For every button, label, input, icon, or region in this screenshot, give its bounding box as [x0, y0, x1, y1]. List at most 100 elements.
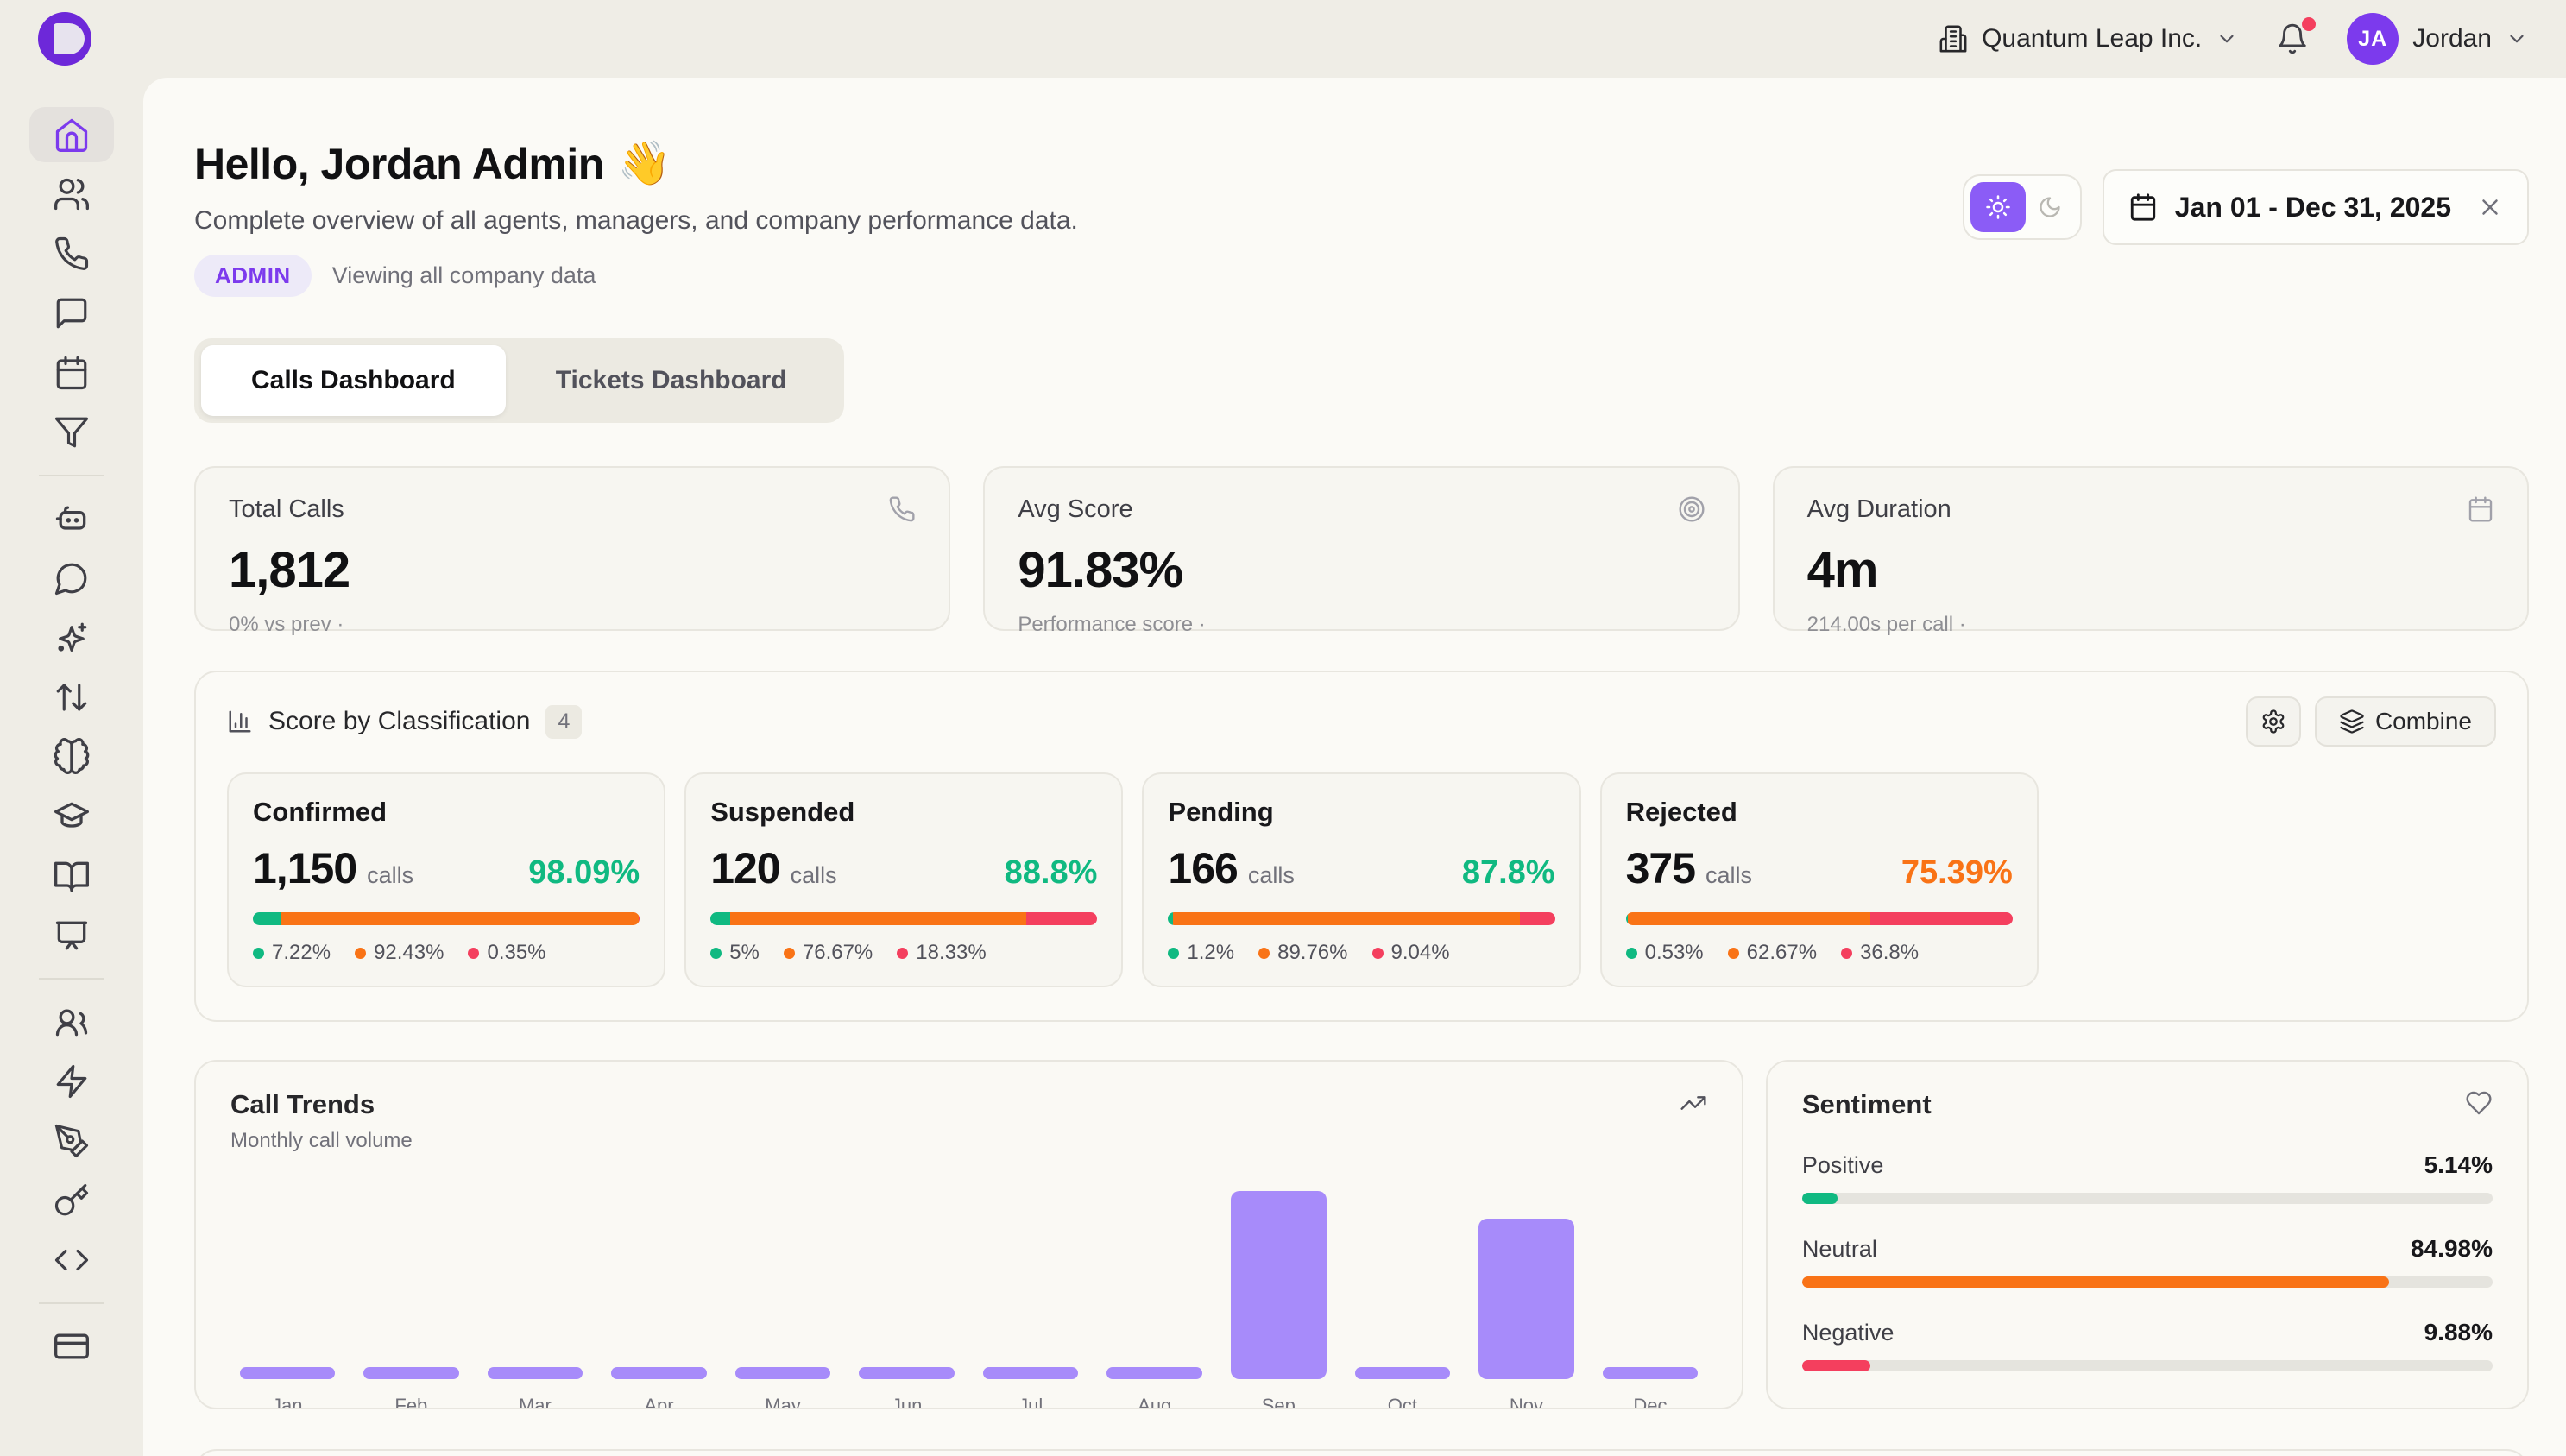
- stat-note: Performance score ·: [1018, 613, 1705, 637]
- book-open-icon: [53, 857, 91, 895]
- tab-tickets-dashboard[interactable]: Tickets Dashboard: [506, 345, 837, 416]
- logo-mark-icon: [54, 23, 85, 54]
- orange-dot-icon: [1728, 948, 1739, 959]
- trend-x-label: Jul: [974, 1395, 1088, 1409]
- users-icon: [53, 175, 91, 213]
- trend-bar: [363, 1367, 459, 1379]
- sidebar-item-training[interactable]: [29, 789, 114, 844]
- trend-bar: [859, 1367, 955, 1379]
- classification-bar: [710, 912, 1097, 925]
- zap-icon: [54, 1063, 90, 1100]
- classification-title: Rejected: [1626, 797, 2013, 828]
- app-canvas: Quantum Leap Inc. JA Jordan: [0, 0, 2566, 1456]
- trend-bar-column: [726, 1170, 840, 1379]
- sidebar-item-intelligence[interactable]: [29, 729, 114, 785]
- code-icon: [54, 1242, 90, 1278]
- sidebar-item-calendar[interactable]: [29, 345, 114, 400]
- sparkles-icon: [54, 620, 90, 656]
- classification-legend: 1.2% 89.76% 9.04%: [1168, 941, 1554, 965]
- classification-title: Pending: [1168, 797, 1554, 828]
- wave-emoji: 👋: [618, 138, 671, 189]
- message-circle-icon: [54, 560, 90, 596]
- sentiment-card: Sentiment Positive5.14% Neutral84.98%: [1766, 1060, 2529, 1409]
- trend-bar-column: [1470, 1170, 1584, 1379]
- sidebar-item-presentation[interactable]: [29, 908, 114, 963]
- sidebar-item-home[interactable]: [29, 107, 114, 162]
- target-icon: [1678, 495, 1705, 523]
- classification-settings-button[interactable]: [2246, 696, 2301, 747]
- sidebar-item-design[interactable]: [29, 1113, 114, 1169]
- topbar-right: Quantum Leap Inc. JA Jordan: [1939, 13, 2528, 65]
- date-range-picker[interactable]: Jan 01 - Dec 31, 2025: [2103, 169, 2529, 245]
- classification-card-pending: Pending 166calls87.8% 1.2% 89.76% 9.04%: [1142, 772, 1580, 987]
- sidebar-item-users[interactable]: [29, 167, 114, 222]
- trend-bar: [983, 1367, 1079, 1379]
- trend-bar-column: [1593, 1170, 1707, 1379]
- classification-bar: [253, 912, 640, 925]
- tab-calls-dashboard[interactable]: Calls Dashboard: [201, 345, 506, 416]
- sidebar-divider: [39, 475, 104, 476]
- sidebar-item-automations[interactable]: [29, 1054, 114, 1109]
- sidebar-item-chat[interactable]: [29, 551, 114, 606]
- bar-chart-x-axis: JanFebMarAprMayJunJulAugSepOctNovDec: [230, 1395, 1707, 1409]
- classification-cards: Confirmed 1,150calls98.09% 7.22% 92.43% …: [227, 772, 2496, 987]
- notifications-button[interactable]: [2276, 22, 2309, 55]
- red-dot-icon: [897, 948, 908, 959]
- sidebar-item-transfers[interactable]: [29, 670, 114, 725]
- dark-mode-button[interactable]: [2026, 182, 2074, 232]
- sidebar-item-filter[interactable]: [29, 405, 114, 460]
- users-group-icon: [53, 1003, 91, 1041]
- classification-card-suspended: Suspended 120calls88.8% 5% 76.67% 18.33%: [684, 772, 1123, 987]
- trend-bar-column: [850, 1170, 964, 1379]
- sidebar-item-access-keys[interactable]: [29, 1173, 114, 1228]
- company-selector[interactable]: Quantum Leap Inc.: [1939, 24, 2238, 54]
- sentiment-row-positive: Positive5.14%: [1802, 1151, 2493, 1204]
- sidebar-item-messages[interactable]: [29, 286, 114, 341]
- bar-segment: [1870, 912, 2013, 925]
- user-menu[interactable]: JA Jordan: [2347, 13, 2528, 65]
- presentation-icon: [53, 917, 91, 955]
- gear-icon: [2260, 709, 2286, 734]
- calendar-icon: [2467, 495, 2494, 523]
- sidebar-item-developer[interactable]: [29, 1232, 114, 1288]
- trend-bar: [1478, 1219, 1574, 1379]
- trend-bar-column: [355, 1170, 469, 1379]
- sidebar-item-ai-sparkles[interactable]: [29, 610, 114, 665]
- pen-tool-icon: [54, 1123, 90, 1159]
- orange-dot-icon: [784, 948, 795, 959]
- sidebar-item-teams[interactable]: [29, 994, 114, 1049]
- moon-icon: [2038, 195, 2062, 219]
- chevron-down-icon: [2216, 28, 2238, 50]
- phone-icon: [54, 236, 90, 272]
- date-range-text: Jan 01 - Dec 31, 2025: [2175, 192, 2451, 224]
- classification-header: Score by Classification 4 Combine: [227, 696, 2496, 747]
- main-panel: Hello, Jordan Admin👋 Complete overview o…: [143, 78, 2566, 1456]
- classification-legend: 0.53% 62.67% 36.8%: [1626, 941, 2013, 965]
- sentiment-row-negative: Negative9.88%: [1802, 1319, 2493, 1371]
- trend-bar-column: [230, 1170, 344, 1379]
- sentiment-fill: [1802, 1193, 1838, 1204]
- bar-segment: [281, 912, 638, 925]
- key-icon: [54, 1182, 90, 1219]
- classification-score: 88.8%: [1005, 854, 1098, 892]
- red-dot-icon: [468, 948, 479, 959]
- sidebar-item-billing[interactable]: [29, 1319, 114, 1374]
- calendar-icon: [2128, 192, 2158, 222]
- light-mode-button[interactable]: [1970, 182, 2026, 232]
- bar-chart-icon: [227, 709, 253, 734]
- orange-dot-icon: [1258, 948, 1270, 959]
- app-logo[interactable]: [38, 12, 91, 66]
- page-title: Hello, Jordan Admin👋: [194, 138, 1078, 189]
- sidebar-item-knowledge[interactable]: [29, 848, 114, 904]
- classification-score: 98.09%: [528, 854, 640, 892]
- sentiment-rows: Positive5.14% Neutral84.98% Negative9.88…: [1802, 1151, 2493, 1371]
- stat-title: Avg Score: [1018, 495, 1132, 524]
- red-dot-icon: [1841, 948, 1852, 959]
- chevron-down-icon: [2506, 28, 2528, 50]
- sidebar-item-bot[interactable]: [29, 491, 114, 546]
- combine-button[interactable]: Combine: [2315, 696, 2496, 747]
- sidebar-item-phone[interactable]: [29, 226, 114, 281]
- clear-date-button[interactable]: [2477, 194, 2503, 220]
- sentiment-track: [1802, 1360, 2493, 1371]
- trend-bar: [240, 1367, 336, 1379]
